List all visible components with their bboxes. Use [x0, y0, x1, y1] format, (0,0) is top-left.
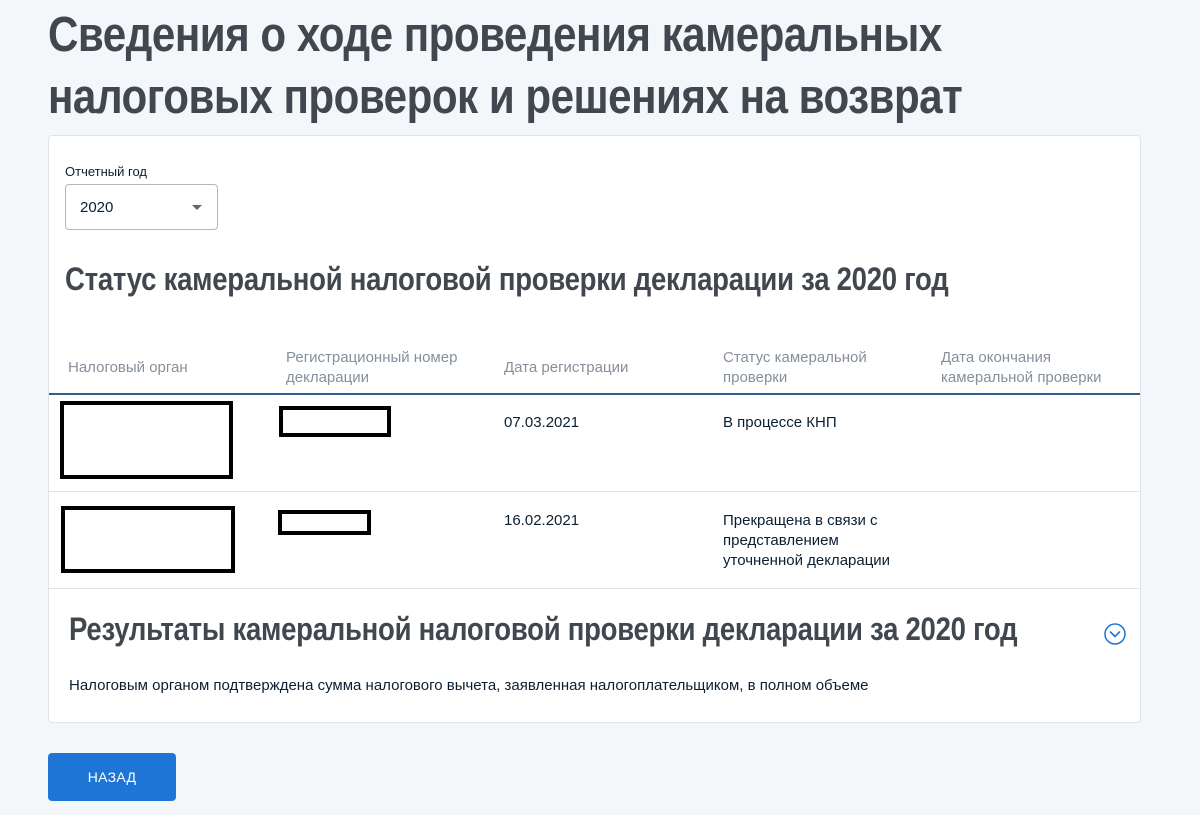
back-button[interactable]: НАЗАД — [48, 753, 176, 801]
redacted-tax-authority — [61, 506, 235, 573]
table-row: 16.02.2021 Прекращена в связи с представ… — [49, 492, 1140, 589]
table-header: Налоговый орган Регистрационный номер де… — [49, 346, 1140, 395]
page-title: Сведения о ходе проведения камеральных н… — [48, 8, 963, 124]
column-header-reg-date: Дата регистрации — [504, 359, 629, 376]
cell-status: Прекращена в связи с представлением уточ… — [723, 512, 891, 569]
column-header-end-date: Дата окончания камеральной проверки — [941, 349, 1102, 386]
year-select[interactable]: 2020 — [65, 184, 218, 230]
year-select-value: 2020 — [80, 199, 114, 216]
column-header-reg-number: Регистрационный номер декларации — [286, 349, 458, 386]
redacted-tax-authority — [60, 401, 233, 479]
cell-status: В процессе КНП — [723, 414, 837, 431]
inspection-card: Отчетный год 2020 Статус камеральной нал… — [48, 135, 1141, 723]
caret-down-icon — [192, 205, 202, 210]
results-section-title: Результаты камеральной налоговой проверк… — [69, 611, 1018, 647]
redacted-reg-number — [279, 406, 391, 437]
column-header-tax-authority: Налоговый орган — [68, 359, 188, 376]
chevron-down-circle-icon[interactable] — [1104, 623, 1126, 645]
status-section-title: Статус камеральной налоговой проверки де… — [65, 261, 949, 297]
cell-reg-date: 16.02.2021 — [504, 512, 580, 529]
redacted-reg-number — [278, 510, 371, 535]
column-header-status: Статус камеральной проверки — [723, 349, 867, 386]
cell-reg-date: 07.03.2021 — [504, 414, 580, 431]
status-table: Налоговый орган Регистрационный номер де… — [49, 346, 1140, 589]
year-label: Отчетный год — [65, 164, 147, 179]
table-row: 07.03.2021 В процессе КНП — [49, 395, 1140, 492]
results-text: Налоговым органом подтверждена сумма нал… — [69, 677, 869, 694]
